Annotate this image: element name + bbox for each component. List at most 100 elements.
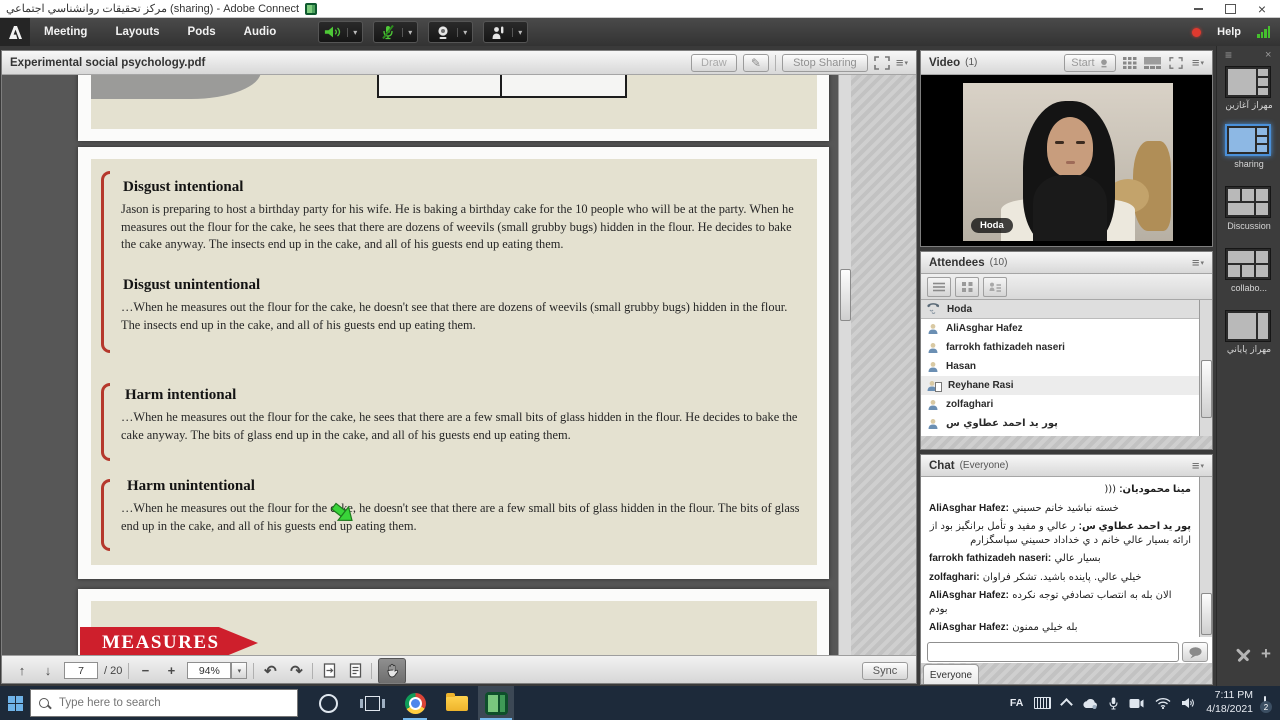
attendee-row[interactable]: farrokh fathizadeh naseri [921,338,1212,357]
connection-signal-icon[interactable] [1257,26,1270,38]
menu-layouts[interactable]: Layouts [101,26,173,38]
attendee-row[interactable]: zolfaghari [921,395,1212,414]
layout-item-sharing[interactable] [1225,124,1271,156]
adobe-logo[interactable] [0,18,30,46]
webcam-icon[interactable] [429,25,457,40]
tools-wrench-icon[interactable] [1235,648,1251,664]
file-explorer-button[interactable] [436,686,478,720]
video-fullscreen-icon[interactable] [1169,57,1183,69]
bracket-harm-unintentional [101,479,110,551]
chat-messages[interactable]: مينا محموديان: ((( AliAsghar Hafez: خسته… [921,477,1199,637]
attendee-row[interactable]: Hasan [921,357,1212,376]
page-up-icon[interactable]: ↑ [12,661,32,681]
draw-button[interactable]: Draw [691,54,737,72]
attendee-grid-view-icon[interactable] [955,277,979,297]
language-indicator[interactable]: FA [1010,697,1023,709]
start-webcam-button[interactable]: Start [1064,54,1116,72]
share-pod-menu-icon[interactable]: ≡▾ [896,55,908,70]
volume-icon[interactable] [1182,697,1195,709]
action-center-button[interactable]: 2 [1264,697,1266,709]
chat-text: بسيار عالي [1054,553,1100,564]
pen-tool-button[interactable]: ✎ [743,54,769,72]
taskbar-clock[interactable]: 7:11 PM 4/18/2021 [1206,689,1253,716]
start-button[interactable] [0,686,30,720]
raise-hand-icon[interactable] [484,25,512,40]
layout-label[interactable]: مهراز آغازين [1217,101,1280,111]
menu-help[interactable]: Help [1217,26,1241,38]
chat-scrollbar-thumb[interactable] [1201,593,1212,635]
taskbar-search[interactable] [30,689,298,717]
hidden-icons-chevron[interactable] [1060,698,1073,711]
video-pod-menu-icon[interactable]: ≡▾ [1192,55,1204,70]
task-view-button[interactable] [350,686,394,720]
microphone-muted-icon[interactable] [374,25,402,40]
raise-hand-dropdown[interactable]: ▾ [512,28,527,37]
attendee-row[interactable]: AliAsghar Hafez [921,319,1212,338]
menu-meeting[interactable]: Meeting [30,26,101,38]
tray-camera-icon[interactable] [1129,698,1144,709]
chrome-taskbar-button[interactable] [394,686,436,720]
redo-icon[interactable]: ↷ [286,661,306,681]
chat-scrollbar[interactable] [1199,477,1213,637]
layout-item-opening[interactable] [1225,66,1271,98]
add-pod-plus-icon[interactable]: + [1261,644,1271,664]
wifi-icon[interactable] [1155,697,1171,709]
microphone-dropdown[interactable]: ▾ [402,28,417,37]
stop-sharing-button[interactable]: Stop Sharing [782,54,868,72]
menu-audio[interactable]: Audio [230,26,291,38]
attendee-list-view-icon[interactable] [927,277,951,297]
fit-width-icon[interactable] [319,661,339,681]
close-button[interactable]: × [1258,4,1266,14]
attendee-sort-icon[interactable] [983,277,1007,297]
maximize-button[interactable] [1225,4,1236,14]
page-down-icon[interactable]: ↓ [38,661,58,681]
tab-everyone[interactable]: Everyone [923,664,979,685]
grid-view-icon[interactable] [1123,57,1137,69]
speaker-dropdown[interactable]: ▾ [347,28,362,37]
attendee-row[interactable]: پور يد احمد عطاوي س [921,414,1212,433]
zoom-in-icon[interactable]: + [161,661,181,681]
speaker-icon[interactable] [319,25,347,39]
zoom-out-icon[interactable]: − [135,661,155,681]
fullscreen-icon[interactable] [874,56,890,70]
attendee-row[interactable]: Reyhane Rasi [921,376,1212,395]
layout-label[interactable]: collabo... [1217,283,1280,293]
fit-page-icon[interactable] [345,661,365,681]
pdf-canvas[interactable]: Disgust intentional Jason is preparing t… [2,75,838,655]
attendees-scrollbar-thumb[interactable] [1201,360,1212,418]
minimize-button[interactable] [1194,8,1203,10]
layouts-close-icon[interactable]: × [1265,49,1271,61]
menu-pods[interactable]: Pods [174,26,230,38]
layout-item-collaboration[interactable] [1225,248,1271,280]
layout-label[interactable]: Discussion [1217,221,1280,231]
sync-button[interactable]: Sync [862,662,908,680]
adobe-connect-taskbar-button[interactable] [478,686,514,720]
slide-heading: Harm unintentional [127,478,255,495]
send-message-icon[interactable] [1182,642,1208,662]
chat-input[interactable] [927,642,1179,662]
layout-item-closing[interactable] [1225,310,1271,342]
layout-item-discussion[interactable] [1225,186,1271,218]
attendees-pod-menu-icon[interactable]: ≡▾ [1192,255,1204,270]
tray-microphone-icon[interactable] [1109,697,1118,710]
cortana-button[interactable] [306,686,350,720]
undo-icon[interactable]: ↶ [260,661,280,681]
zoom-dropdown-icon[interactable]: ▾ [231,662,247,679]
layout-label[interactable]: مهراز پاياني [1217,345,1280,355]
recording-indicator-icon [1192,28,1201,37]
chat-pod-menu-icon[interactable]: ≡▾ [1192,458,1204,473]
chat-sender: AliAsghar Hafez: [929,590,1009,601]
pan-tool-icon[interactable] [378,658,406,684]
layouts-menu-icon[interactable]: ≡ [1225,48,1232,62]
webcam-dropdown[interactable]: ▾ [457,28,472,37]
filmstrip-view-icon[interactable] [1144,57,1162,69]
pdf-scrollbar-thumb[interactable] [840,269,851,321]
attendee-row[interactable]: Hoda [921,300,1212,319]
zoom-level-value[interactable]: 94% [187,662,231,679]
layout-label[interactable]: sharing [1217,159,1280,169]
page-number-input[interactable] [64,662,98,679]
touch-keyboard-icon[interactable] [1034,697,1051,709]
onedrive-cloud-icon[interactable] [1082,698,1098,709]
attendees-scrollbar[interactable] [1199,300,1213,436]
search-input[interactable] [57,696,261,710]
